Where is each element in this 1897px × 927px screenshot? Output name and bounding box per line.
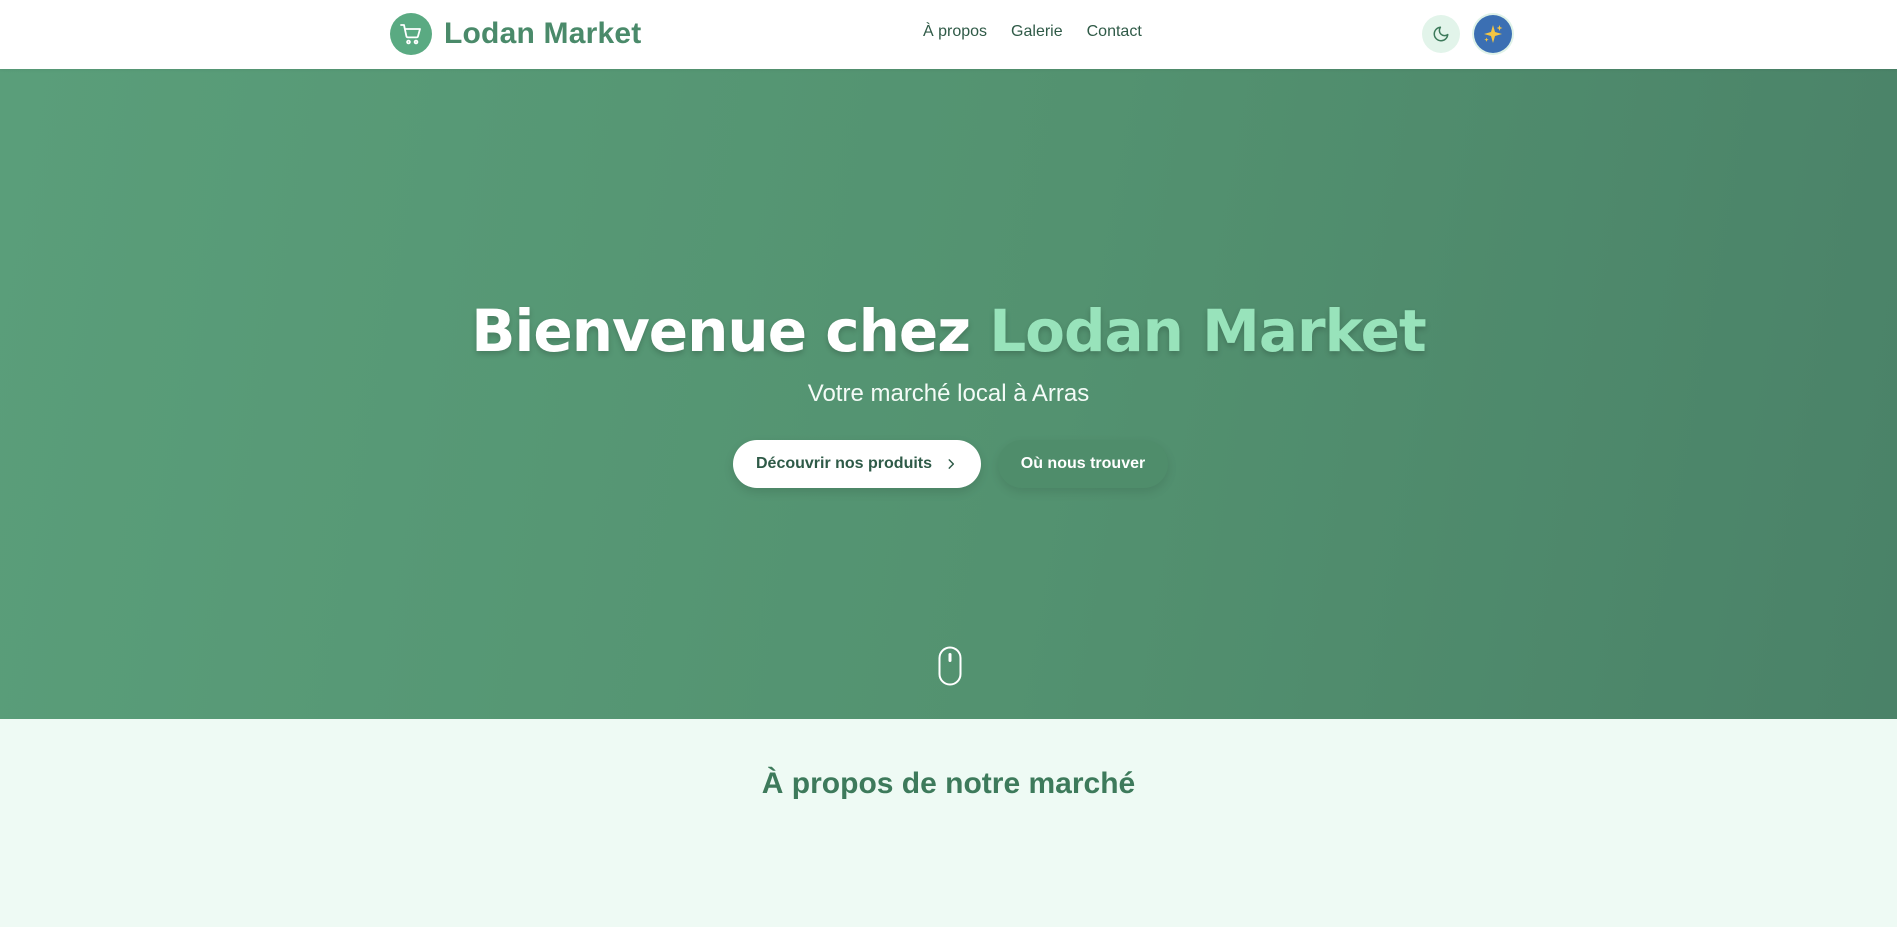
nav-link-contact[interactable]: Contact — [1087, 23, 1142, 41]
nav-link-gallery[interactable]: Galerie — [1011, 23, 1063, 41]
theme-toggle-button[interactable] — [1422, 15, 1460, 53]
about-section: À propos de notre marché — [0, 719, 1897, 927]
discover-products-button[interactable]: Découvrir nos produits — [733, 440, 981, 488]
find-us-button[interactable]: Où nous trouver — [998, 440, 1168, 488]
chevron-right-icon — [948, 459, 955, 469]
brand-link[interactable]: Lodan Market — [390, 13, 641, 55]
nav-link-about[interactable]: À propos — [923, 23, 987, 41]
moon-icon — [1433, 26, 1449, 42]
hero-title-prefix: Bienvenue chez — [471, 297, 990, 365]
find-us-label: Où nous trouver — [1020, 455, 1146, 472]
hero-title-accent: Lodan Market — [989, 297, 1426, 365]
site-header: Lodan Market À propos Galerie Contact — [0, 0, 1897, 69]
discover-products-label: Découvrir nos produits — [755, 455, 933, 472]
shopping-cart-icon — [390, 13, 432, 55]
hero-section: Bienvenue chez Lodan Market Votre marché… — [0, 69, 1897, 719]
mouse-scroll-icon[interactable] — [938, 646, 962, 686]
ai-assistant-button[interactable] — [1474, 15, 1512, 53]
hero-title: Bienvenue chez Lodan Market — [0, 297, 1897, 365]
hero-subtitle: Votre marché local à Arras — [807, 380, 1090, 407]
sparkles-icon — [1484, 25, 1503, 43]
main-nav: À propos Galerie Contact — [923, 23, 1142, 41]
about-title: À propos de notre marché — [761, 767, 1136, 800]
brand-name: Lodan Market — [444, 17, 642, 50]
